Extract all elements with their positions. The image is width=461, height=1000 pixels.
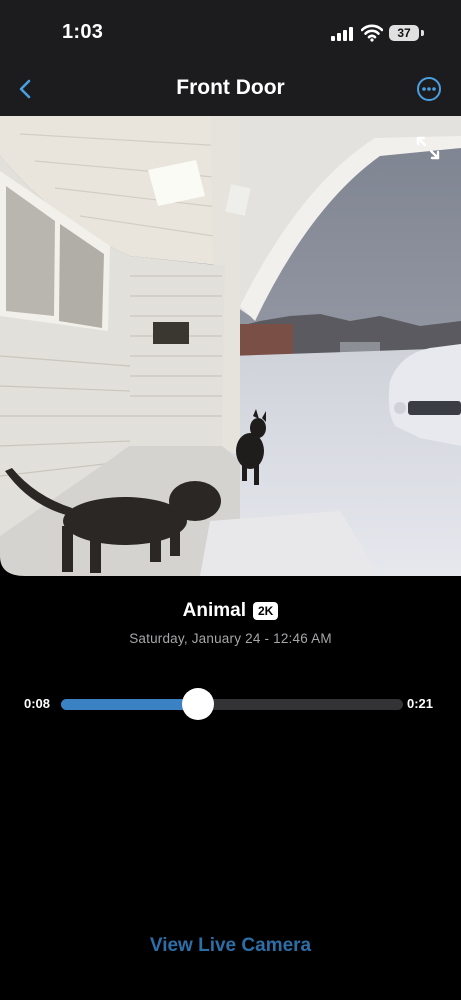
- event-header: Animal 2K: [0, 600, 461, 624]
- doorbell-camera-frame: [0, 116, 461, 576]
- fullscreen-icon[interactable]: [414, 134, 442, 162]
- current-time: 0:08: [24, 696, 51, 711]
- status-time: 1:03: [62, 21, 104, 43]
- quality-badge: 2K: [253, 602, 279, 620]
- signal-icon: [331, 27, 355, 41]
- nav-bar: Front Door: [0, 62, 461, 116]
- battery-cap: [421, 30, 424, 36]
- video-player[interactable]: [0, 116, 461, 576]
- more-icon[interactable]: [416, 76, 442, 102]
- end-time: 0:21: [407, 696, 434, 711]
- event-datetime: Saturday, January 24 - 12:46 AM: [129, 631, 332, 646]
- battery-icon: 37: [389, 25, 419, 41]
- view-live-camera-button[interactable]: View Live Camera: [0, 935, 461, 957]
- page-title: Front Door: [176, 76, 285, 99]
- event-type: Animal: [182, 600, 246, 621]
- scrubber-progress: [61, 699, 198, 710]
- status-bar: 1:03 37: [0, 0, 461, 62]
- wifi-icon: [361, 24, 383, 42]
- scrubber-handle[interactable]: [181, 688, 214, 720]
- playback-scrubber[interactable]: [61, 688, 403, 720]
